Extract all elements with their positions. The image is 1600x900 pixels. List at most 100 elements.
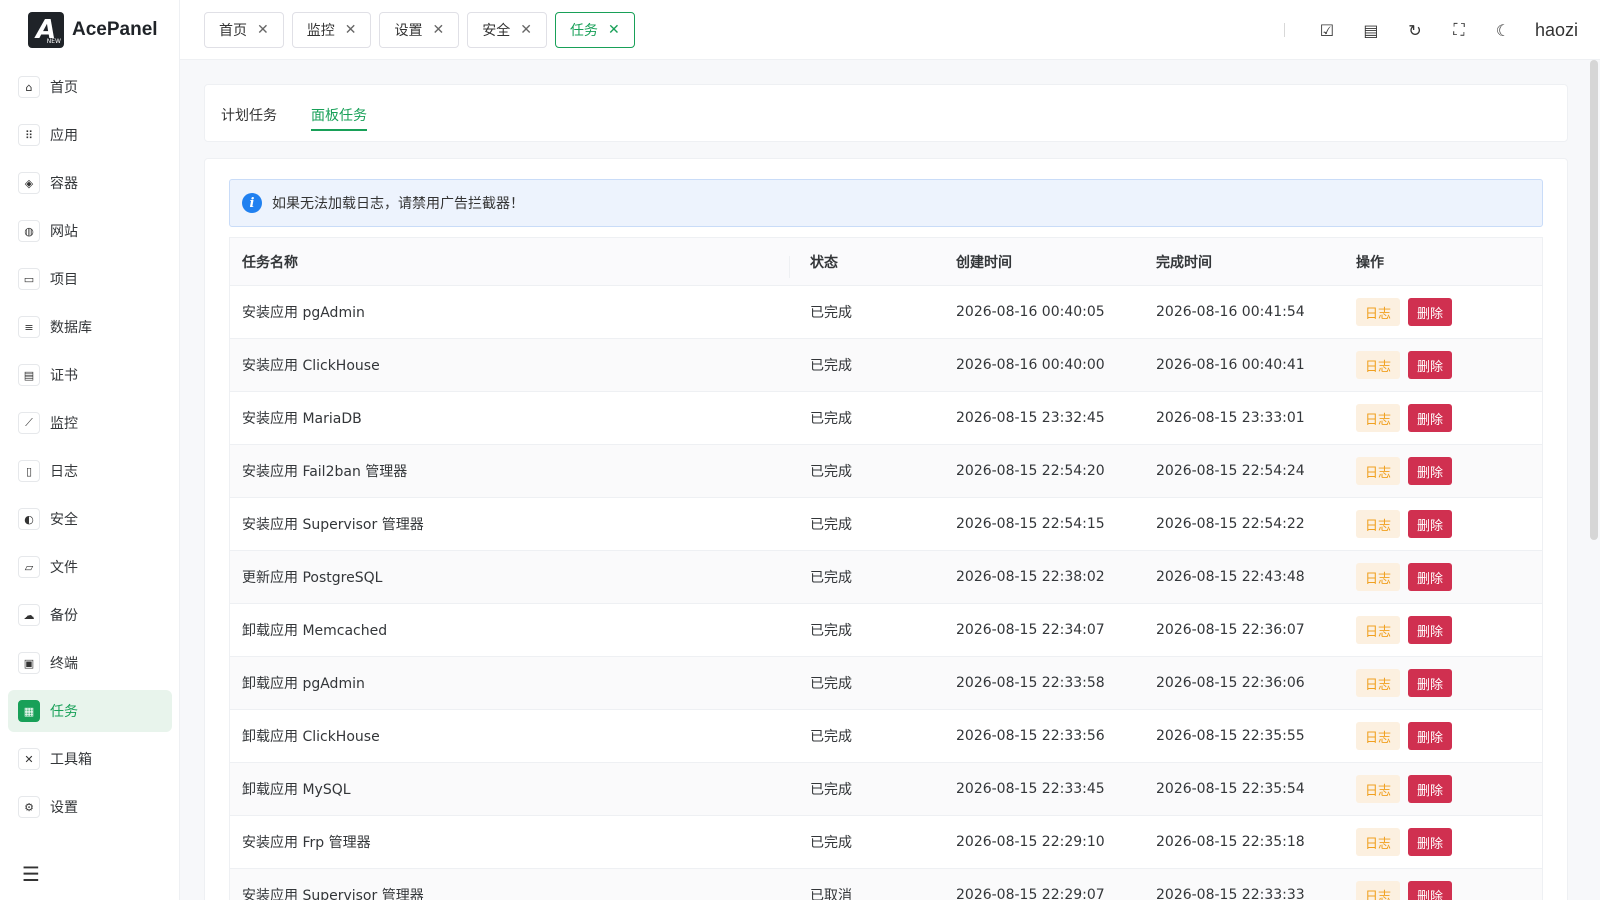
- status-cell: 已完成: [810, 623, 852, 639]
- view-log-button[interactable]: 日志: [1356, 775, 1401, 803]
- close-icon[interactable]: ✕: [345, 22, 357, 38]
- delete-button[interactable]: 删除: [1408, 510, 1453, 538]
- checkbox-task-icon[interactable]: ☑: [1316, 19, 1338, 41]
- view-log-button[interactable]: 日志: [1356, 563, 1401, 591]
- page-tab-1[interactable]: 监控 ✕: [291, 12, 372, 48]
- table-row: 卸载应用 MySQL 已完成 2026-08-15 22:33:45 2026-08-…: [230, 763, 1542, 816]
- finished-time-cell: 2026-08-15 22:54:22: [1156, 516, 1305, 532]
- finished-time-cell: 2026-08-15 22:43:48: [1156, 569, 1305, 585]
- view-log-button[interactable]: 日志: [1356, 881, 1401, 900]
- view-log-button[interactable]: 日志: [1356, 669, 1401, 697]
- finished-time-cell: 2026-08-15 22:35:54: [1156, 781, 1305, 797]
- project-icon: ▭: [18, 268, 40, 290]
- header-status: 状态: [810, 254, 838, 271]
- alert-text: 如果无法加载日志，请禁用广告拦截器！: [272, 196, 524, 212]
- sidebar-item-4[interactable]: ▭ 项目: [8, 258, 172, 300]
- fullscreen-icon[interactable]: ⛶: [1448, 19, 1470, 41]
- view-log-button[interactable]: 日志: [1356, 298, 1401, 326]
- sidebar-item-9[interactable]: ◐ 安全: [8, 498, 172, 540]
- sidebar-item-10[interactable]: ▱ 文件: [8, 546, 172, 588]
- sidebar-item-label: 日志: [50, 464, 78, 480]
- sidebar-item-0[interactable]: ⌂ 首页: [8, 66, 172, 108]
- refresh-icon[interactable]: ↻: [1404, 19, 1426, 41]
- sidebar-item-5[interactable]: ≡ 数据库: [8, 306, 172, 348]
- status-cell: 已完成: [810, 411, 852, 427]
- sidebar-item-1[interactable]: ⠿ 应用: [8, 114, 172, 156]
- status-cell: 已完成: [810, 835, 852, 851]
- delete-button[interactable]: 删除: [1408, 351, 1453, 379]
- sidebar-item-3[interactable]: ◍ 网站: [8, 210, 172, 252]
- sidebar-item-11[interactable]: ☁ 备份: [8, 594, 172, 636]
- close-icon[interactable]: ✕: [608, 22, 620, 38]
- status-cell: 已完成: [810, 305, 852, 321]
- tab-panel-tasks[interactable]: 面板任务: [311, 105, 367, 131]
- finished-time-cell: 2026-08-15 22:36:06: [1156, 675, 1305, 691]
- username[interactable]: haozi: [1535, 20, 1578, 41]
- sidebar-item-label: 文件: [50, 560, 78, 576]
- page-tab-4[interactable]: 任务 ✕: [554, 12, 635, 48]
- actions-cell: 日志 删除: [1340, 881, 1542, 900]
- view-log-button[interactable]: 日志: [1356, 616, 1401, 644]
- view-log-button[interactable]: 日志: [1356, 722, 1401, 750]
- view-log-button[interactable]: 日志: [1356, 404, 1401, 432]
- sidebar-item-7[interactable]: ⟋ 监控: [8, 402, 172, 444]
- sidebar-item-14[interactable]: ✕ 工具箱: [8, 738, 172, 780]
- sidebar-item-8[interactable]: ▯ 日志: [8, 450, 172, 492]
- delete-button[interactable]: 删除: [1408, 722, 1453, 750]
- close-icon[interactable]: ✕: [520, 22, 532, 38]
- delete-button[interactable]: 删除: [1408, 563, 1453, 591]
- view-log-button[interactable]: 日志: [1356, 351, 1401, 379]
- finished-time-cell: 2026-08-15 22:36:07: [1156, 622, 1305, 638]
- page-tab-2[interactable]: 设置 ✕: [379, 12, 460, 48]
- delete-button[interactable]: 删除: [1408, 298, 1453, 326]
- status-cell: 已完成: [810, 729, 852, 745]
- actions-cell: 日志 删除: [1340, 669, 1542, 697]
- header-actions: 操作: [1356, 254, 1384, 271]
- terminal-icon: ▣: [18, 652, 40, 674]
- delete-button[interactable]: 删除: [1408, 669, 1453, 697]
- delete-button[interactable]: 删除: [1408, 404, 1453, 432]
- table-row: 安装应用 Frp 管理器 已完成 2026-08-15 22:29:10 2026-0…: [230, 816, 1542, 869]
- actions-cell: 日志 删除: [1340, 298, 1542, 326]
- table-body: 安装应用 pgAdmin 已完成 2026-08-16 00:40:05 2026-0…: [230, 286, 1542, 900]
- sidebar-item-12[interactable]: ▣ 终端: [8, 642, 172, 684]
- delete-button[interactable]: 删除: [1408, 881, 1453, 900]
- sidebar-item-label: 证书: [50, 368, 78, 384]
- view-log-button[interactable]: 日志: [1356, 457, 1401, 485]
- document-icon[interactable]: ▤: [1360, 19, 1382, 41]
- view-log-button[interactable]: 日志: [1356, 510, 1401, 538]
- logo[interactable]: A NEW AcePanel: [28, 12, 158, 48]
- sidebar-item-13[interactable]: ▦ 任务: [8, 690, 172, 732]
- tab-scheduled-tasks[interactable]: 计划任务: [221, 105, 277, 125]
- scrollbar[interactable]: [1590, 60, 1598, 540]
- sidebar-item-2[interactable]: ◈ 容器: [8, 162, 172, 204]
- task-name-cell: 安装应用 Fail2ban 管理器: [242, 464, 408, 480]
- close-icon[interactable]: ✕: [432, 22, 444, 38]
- close-icon[interactable]: ✕: [257, 22, 269, 38]
- delete-button[interactable]: 删除: [1408, 616, 1453, 644]
- delete-button[interactable]: 删除: [1408, 775, 1453, 803]
- home-icon: ⌂: [18, 76, 40, 98]
- log-file-icon: ▯: [18, 460, 40, 482]
- sidebar-item-label: 应用: [50, 128, 78, 144]
- delete-button[interactable]: 删除: [1408, 457, 1453, 485]
- sidebar-item-label: 终端: [50, 656, 78, 672]
- sidebar-item-6[interactable]: ▤ 证书: [8, 354, 172, 396]
- sidebar-item-label: 数据库: [50, 320, 92, 336]
- app-name: AcePanel: [72, 19, 158, 40]
- page-tab-3[interactable]: 安全 ✕: [467, 12, 547, 48]
- actions-cell: 日志 删除: [1340, 828, 1542, 856]
- created-time-cell: 2026-08-15 22:33:45: [956, 781, 1105, 797]
- finished-time-cell: 2026-08-15 22:35:55: [1156, 728, 1305, 744]
- collapse-sidebar-icon[interactable]: ☰: [22, 862, 40, 886]
- created-time-cell: 2026-08-16 00:40:05: [956, 304, 1105, 320]
- task-name-cell: 卸载应用 Memcached: [242, 623, 388, 639]
- view-log-button[interactable]: 日志: [1356, 828, 1401, 856]
- sidebar-item-15[interactable]: ⚙ 设置: [8, 786, 172, 828]
- delete-button[interactable]: 删除: [1408, 828, 1453, 856]
- panel-tasks-card: i 如果无法加载日志，请禁用广告拦截器！ 任务名称 状态 创建时间 完成时间 操…: [204, 158, 1568, 900]
- finished-time-cell: 2026-08-15 22:35:18: [1156, 834, 1305, 850]
- chart-icon: ⟋: [18, 412, 40, 434]
- page-tab-0[interactable]: 首页 ✕: [204, 12, 284, 48]
- dark-mode-moon-icon[interactable]: ☾: [1492, 19, 1514, 41]
